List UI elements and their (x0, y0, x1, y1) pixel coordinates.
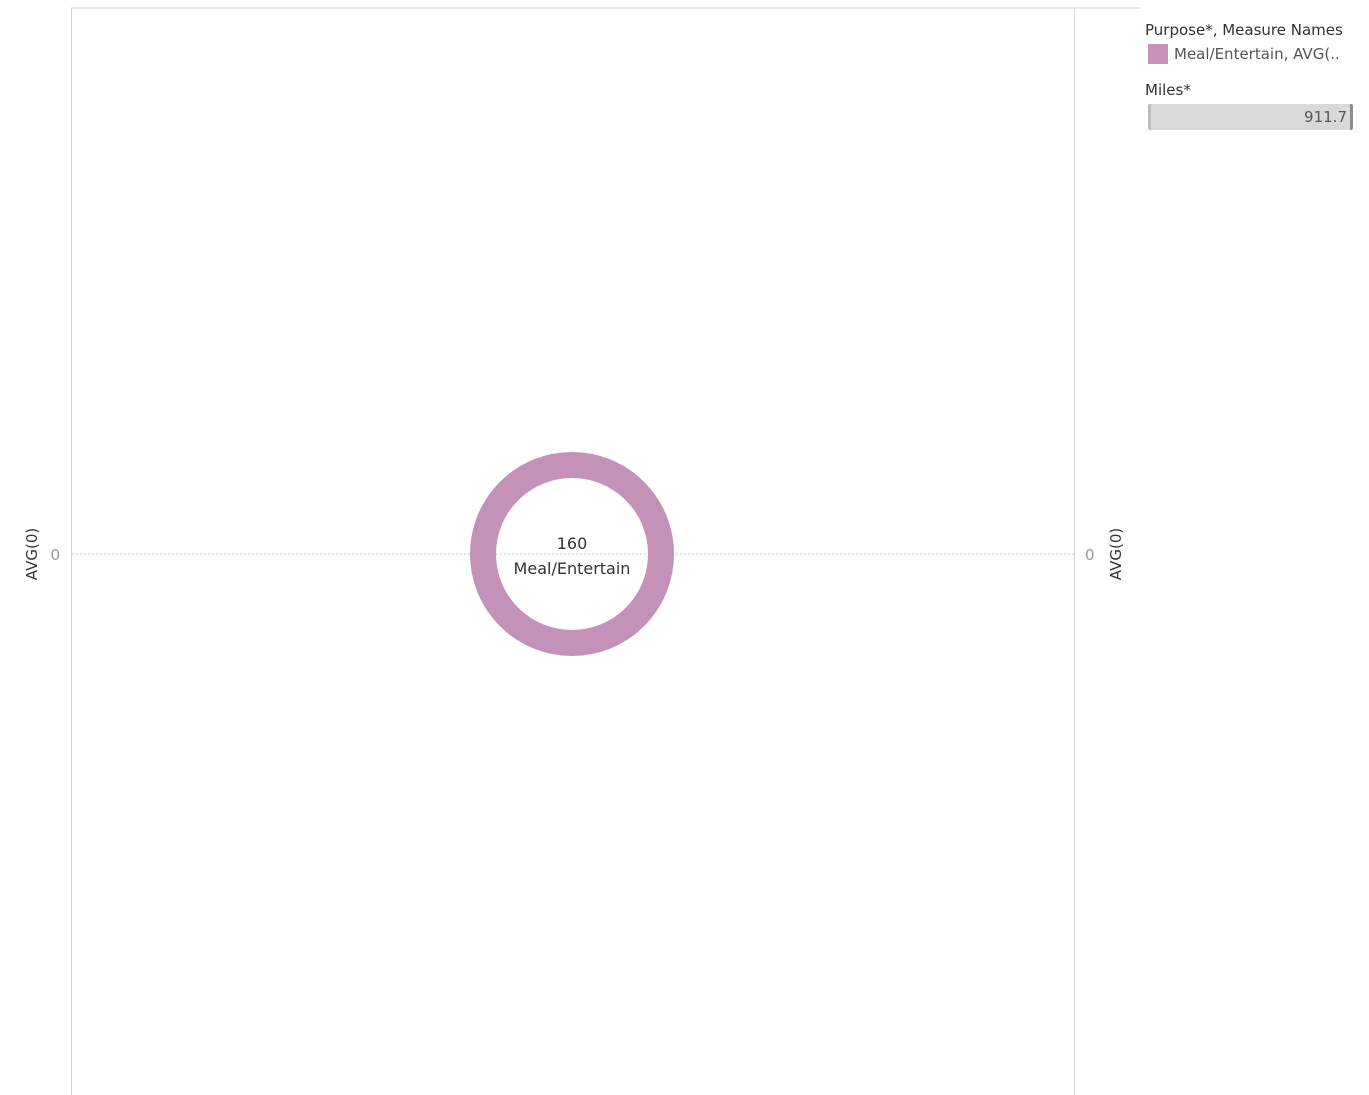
size-legend-value: 911.7 (1304, 108, 1347, 126)
left-y-axis-label: AVG(0) (23, 528, 41, 580)
right-y-tick-label: 0 (1085, 546, 1095, 564)
donut-category-label: Meal/Entertain (514, 559, 631, 578)
color-legend-title: Purpose*, Measure Names (1145, 21, 1343, 39)
right-y-axis-label: AVG(0) (1107, 528, 1125, 580)
legend-color-swatch (1148, 44, 1168, 64)
color-legend-item[interactable]: Meal/Entertain, AVG(.. (1148, 44, 1360, 64)
donut-value-label: 160 (557, 534, 588, 553)
left-y-tick-label: 0 (50, 546, 60, 564)
size-legend-title: Miles* (1145, 81, 1191, 99)
size-legend-bar: 911.7 (1148, 104, 1353, 130)
legend-panel: Purpose*, Measure Names Meal/Entertain, … (1145, 20, 1360, 130)
legend-item-label: Meal/Entertain, AVG(.. (1174, 45, 1340, 63)
chart-area: 0 0 AVG(0) AVG(0) 160 Meal/Entertain (23, 7, 1140, 1095)
